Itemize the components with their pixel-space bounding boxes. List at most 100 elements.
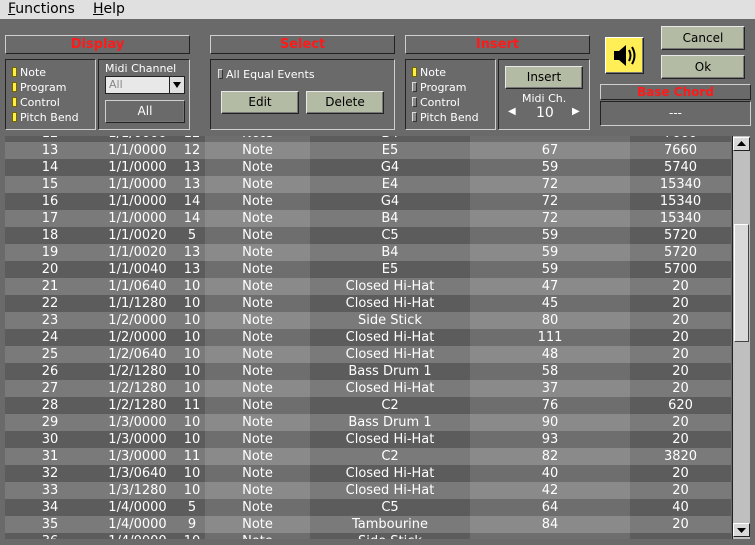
display-checkbox-control[interactable]: Control xyxy=(12,96,60,109)
cell-velocity: 111 xyxy=(470,329,630,346)
insert-checkbox-control[interactable]: Control xyxy=(412,96,460,109)
midi-ch-value: 10 xyxy=(536,105,554,121)
cell-type: Note xyxy=(205,210,310,227)
cell-time: 1/4/0000 xyxy=(95,516,180,533)
cell-time: 1/1/0040 xyxy=(95,261,180,278)
cell-time: 1/1/0000 xyxy=(95,142,180,159)
cell-note: E5 xyxy=(310,142,470,159)
table-row[interactable]: 22 1/1/1280 10 Note Closed Hi-Hat 45 20 xyxy=(5,295,731,312)
midi-channel-select[interactable]: All xyxy=(105,76,185,94)
display-checkbox-pitch-bend[interactable]: Pitch Bend xyxy=(12,111,79,124)
menu-help[interactable]: Help xyxy=(93,1,125,17)
table-row[interactable]: 20 1/1/0040 13 Note E5 59 5700 xyxy=(5,261,731,278)
menu-functions[interactable]: Functions xyxy=(8,1,75,17)
midi-ch-decrement-icon[interactable]: ◀ xyxy=(508,106,516,117)
scroll-up-button[interactable] xyxy=(733,137,750,151)
table-row[interactable]: 16 1/1/0000 14 Note G4 72 15340 xyxy=(5,193,731,210)
event-table-scrollbar[interactable] xyxy=(732,136,750,539)
checkbox-icon xyxy=(218,69,223,79)
table-row[interactable]: 24 1/2/0000 10 Note Closed Hi-Hat 111 20 xyxy=(5,329,731,346)
table-row[interactable]: 30 1/3/0000 10 Note Closed Hi-Hat 93 20 xyxy=(5,431,731,448)
ok-button[interactable]: Ok xyxy=(661,55,745,79)
play-sound-button[interactable] xyxy=(605,37,644,74)
delete-button[interactable]: Delete xyxy=(306,91,384,114)
display-checkbox-program[interactable]: Program xyxy=(12,81,66,94)
scrollbar-thumb[interactable] xyxy=(734,224,749,342)
cell-note: Closed Hi-Hat xyxy=(310,278,470,295)
cell-index: 28 xyxy=(5,397,95,414)
midi-ch-increment-icon[interactable]: ▶ xyxy=(572,106,580,117)
table-row[interactable]: 26 1/2/1280 10 Note Bass Drum 1 58 20 xyxy=(5,363,731,380)
table-row[interactable]: 27 1/2/1280 10 Note Closed Hi-Hat 37 20 xyxy=(5,380,731,397)
checkbox-label: Control xyxy=(420,96,460,109)
table-row[interactable]: 361/4/000010NoteSide Stick xyxy=(5,533,731,539)
display-checkbox-note[interactable]: Note xyxy=(12,66,46,79)
table-row[interactable]: 25 1/2/0640 10 Note Closed Hi-Hat 48 20 xyxy=(5,346,731,363)
cell-length: 15340 xyxy=(630,193,731,210)
table-row[interactable]: 19 1/1/0020 13 Note B4 59 5720 xyxy=(5,244,731,261)
cell-time: 1/3/0640 xyxy=(95,465,180,482)
cell-length: 40 xyxy=(630,499,731,516)
cell-note: Closed Hi-Hat xyxy=(310,380,470,397)
cell-channel: 14 xyxy=(177,193,207,210)
all-equal-events-checkbox[interactable]: All Equal Events xyxy=(218,68,315,81)
cancel-button[interactable]: Cancel xyxy=(661,26,745,50)
menu-help-accel: H xyxy=(93,1,104,17)
event-table[interactable]: 121/1/000012NoteB47660131/1/000012NoteE5… xyxy=(5,136,731,539)
table-row[interactable]: 35 1/4/0000 9 Note Tambourine 84 20 xyxy=(5,516,731,533)
table-row[interactable]: 21 1/1/0640 10 Note Closed Hi-Hat 47 20 xyxy=(5,278,731,295)
cell-note: Bass Drum 1 xyxy=(310,363,470,380)
cell-time: 1/3/0000 xyxy=(95,448,180,465)
scroll-down-button[interactable] xyxy=(733,523,750,537)
cell-type: Note xyxy=(205,516,310,533)
table-row[interactable]: 23 1/2/0000 10 Note Side Stick 80 20 xyxy=(5,312,731,329)
table-row[interactable]: 29 1/3/0000 10 Note Bass Drum 1 90 20 xyxy=(5,414,731,431)
checkbox-label: Control xyxy=(20,96,60,109)
cell-note: C5 xyxy=(310,227,470,244)
cell-time: 1/1/0000 xyxy=(95,176,180,193)
cell-velocity: 80 xyxy=(470,312,630,329)
all-channels-button[interactable]: All xyxy=(105,100,185,123)
insert-checkbox-note[interactable]: Note xyxy=(412,66,446,79)
cell-length: 5740 xyxy=(630,159,731,176)
cell-note: Side Stick xyxy=(310,312,470,329)
cell-time: 1/1/0000 xyxy=(95,193,180,210)
cell-channel: 11 xyxy=(177,397,207,414)
table-row[interactable]: 33 1/3/1280 10 Note Closed Hi-Hat 42 20 xyxy=(5,482,731,499)
chevron-down-icon[interactable] xyxy=(169,77,184,93)
table-row[interactable]: 34 1/4/0000 5 Note C5 64 40 xyxy=(5,499,731,516)
table-row[interactable]: 14 1/1/0000 13 Note G4 59 5740 xyxy=(5,159,731,176)
cell-type: Note xyxy=(205,261,310,278)
table-row[interactable]: 28 1/2/1280 11 Note C2 76 620 xyxy=(5,397,731,414)
cell-time: 1/2/0000 xyxy=(95,312,180,329)
cell-note: Closed Hi-Hat xyxy=(310,346,470,363)
table-row[interactable]: 13 1/1/0000 12 Note E5 67 7660 xyxy=(5,142,731,159)
cell-velocity: 76 xyxy=(470,397,630,414)
table-row[interactable]: 15 1/1/0000 13 Note E4 72 15340 xyxy=(5,176,731,193)
cell-index: 31 xyxy=(5,448,95,465)
table-row[interactable]: 18 1/1/0020 5 Note C5 59 5720 xyxy=(5,227,731,244)
menu-help-label: elp xyxy=(103,1,125,17)
cell-time: 1/1/0000 xyxy=(95,159,180,176)
edit-button[interactable]: Edit xyxy=(221,91,299,114)
cell-type: Note xyxy=(205,312,310,329)
table-row[interactable]: 17 1/1/0000 14 Note B4 72 15340 xyxy=(5,210,731,227)
cell-channel: 13 xyxy=(177,176,207,193)
cell-velocity: 59 xyxy=(470,227,630,244)
chevron-down-icon xyxy=(737,528,746,533)
base-chord-title: Base Chord xyxy=(600,84,751,100)
cell-length: 20 xyxy=(630,295,731,312)
insert-button[interactable]: Insert xyxy=(505,66,583,89)
insert-checkbox-pitch-bend[interactable]: Pitch Bend xyxy=(412,111,479,124)
insert-checkbox-program[interactable]: Program xyxy=(412,81,466,94)
cell-time: 1/2/1280 xyxy=(95,397,180,414)
cell-note: E4 xyxy=(310,176,470,193)
checkbox-label: Note xyxy=(420,66,447,79)
table-row[interactable]: 31 1/3/0000 11 Note C2 82 3820 xyxy=(5,448,731,465)
cell-channel: 12 xyxy=(177,142,207,159)
cell-index: 27 xyxy=(5,380,95,397)
cell-channel: 10 xyxy=(177,465,207,482)
cell-length: 20 xyxy=(630,516,731,533)
table-row[interactable]: 32 1/3/0640 10 Note Closed Hi-Hat 40 20 xyxy=(5,465,731,482)
cell-type: Note xyxy=(205,448,310,465)
